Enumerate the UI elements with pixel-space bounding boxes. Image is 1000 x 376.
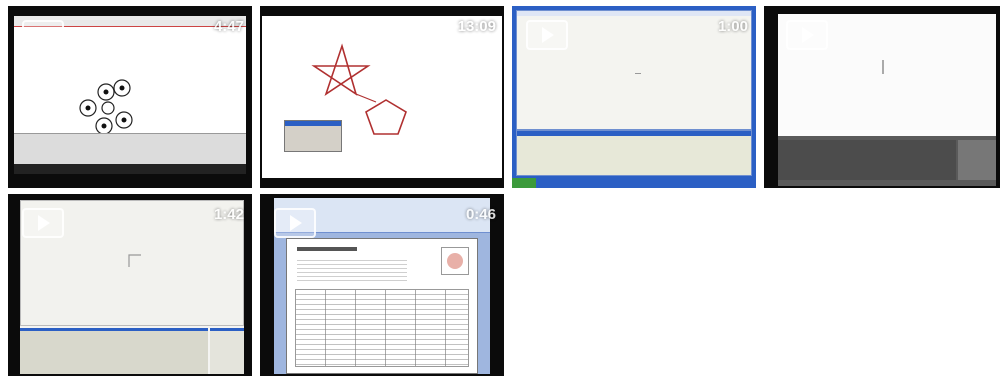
data-table <box>295 289 469 367</box>
play-icon[interactable] <box>786 20 828 50</box>
video-duration: 13:09 <box>457 18 496 35</box>
command-window <box>778 140 956 180</box>
taskbar <box>512 178 756 188</box>
video-thumbnail-2[interactable]: 13:09 <box>260 6 504 188</box>
video-thumbnail-6[interactable]: 0:46 <box>260 194 504 376</box>
command-window <box>14 133 246 164</box>
dialog-window <box>284 120 342 152</box>
document-page <box>286 238 478 374</box>
chart-image <box>441 247 469 275</box>
command-window <box>20 328 208 374</box>
video-duration: 1:00 <box>717 18 748 35</box>
play-icon[interactable] <box>22 208 64 238</box>
side-panel <box>958 140 996 180</box>
play-icon[interactable] <box>22 20 64 50</box>
play-icon[interactable] <box>526 20 568 50</box>
video-thumbnail-5[interactable]: 1:42 <box>8 194 252 376</box>
play-icon[interactable] <box>274 20 316 50</box>
video-duration: 4:47 <box>213 18 244 35</box>
side-panel <box>210 328 244 374</box>
command-window <box>516 130 752 176</box>
video-thumbnail-3[interactable]: 1:00 <box>512 6 756 188</box>
play-icon[interactable] <box>274 208 316 238</box>
video-duration: 0:46 <box>465 206 496 223</box>
video-thumbnail-4[interactable] <box>764 6 1000 188</box>
video-duration: 1:42 <box>213 206 244 223</box>
video-thumbnail-1[interactable]: 4:47 <box>8 6 252 188</box>
path-drawing <box>128 254 141 267</box>
taskbar <box>14 164 246 174</box>
